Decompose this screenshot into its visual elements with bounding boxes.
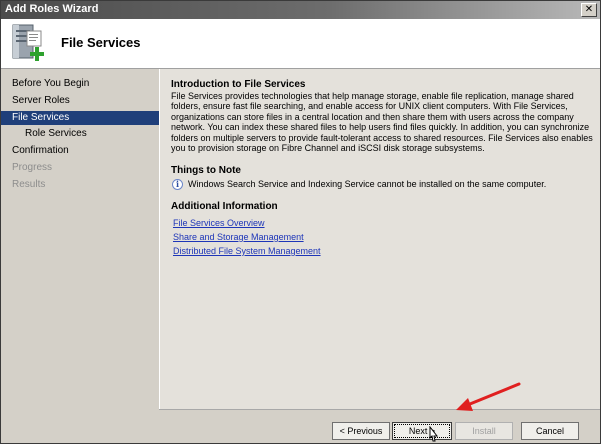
file-services-add-icon <box>12 24 44 61</box>
wizard-footer: < Previous Next > Install Cancel <box>159 409 600 443</box>
install-button: Install <box>455 422 513 440</box>
intro-heading: Introduction to File Services <box>171 79 306 90</box>
content-pane: Introduction to File Services File Servi… <box>159 69 600 409</box>
previous-button[interactable]: < Previous <box>332 422 390 440</box>
wizard-steps-nav: Before You Begin Server Roles File Servi… <box>1 69 159 443</box>
nav-item-confirmation[interactable]: Confirmation <box>1 144 159 158</box>
page-title: File Services <box>61 35 141 50</box>
link-share-storage-management[interactable]: Share and Storage Management <box>173 232 304 242</box>
info-icon: i <box>172 179 183 190</box>
notes-heading: Things to Note <box>171 165 241 176</box>
title-bar[interactable]: Add Roles Wizard ✕ <box>1 1 600 19</box>
nav-item-server-roles[interactable]: Server Roles <box>1 94 159 108</box>
close-icon[interactable]: ✕ <box>581 3 597 17</box>
nav-item-results: Results <box>12 179 46 190</box>
mouse-pointer-icon <box>429 426 439 442</box>
red-arrow-annotation <box>456 382 521 411</box>
cancel-button[interactable]: Cancel <box>521 422 579 440</box>
link-dfs-management[interactable]: Distributed File System Management <box>173 246 321 256</box>
additional-info-heading: Additional Information <box>171 201 278 212</box>
note-text: Windows Search Service and Indexing Serv… <box>188 179 547 189</box>
nav-item-before-you-begin[interactable]: Before You Begin <box>1 77 159 91</box>
page-header: File Services <box>1 19 600 69</box>
add-roles-wizard-window: Add Roles Wizard ✕ File Services Before … <box>0 0 601 444</box>
link-file-services-overview[interactable]: File Services Overview <box>173 218 265 228</box>
nav-item-role-services[interactable]: Role Services <box>1 127 159 141</box>
nav-item-progress: Progress <box>12 162 53 173</box>
next-button[interactable]: Next > <box>392 422 452 440</box>
window-title: Add Roles Wizard <box>5 3 99 15</box>
nav-item-file-services[interactable]: File Services <box>1 111 159 125</box>
intro-text: File Services provides technologies that… <box>171 91 593 154</box>
